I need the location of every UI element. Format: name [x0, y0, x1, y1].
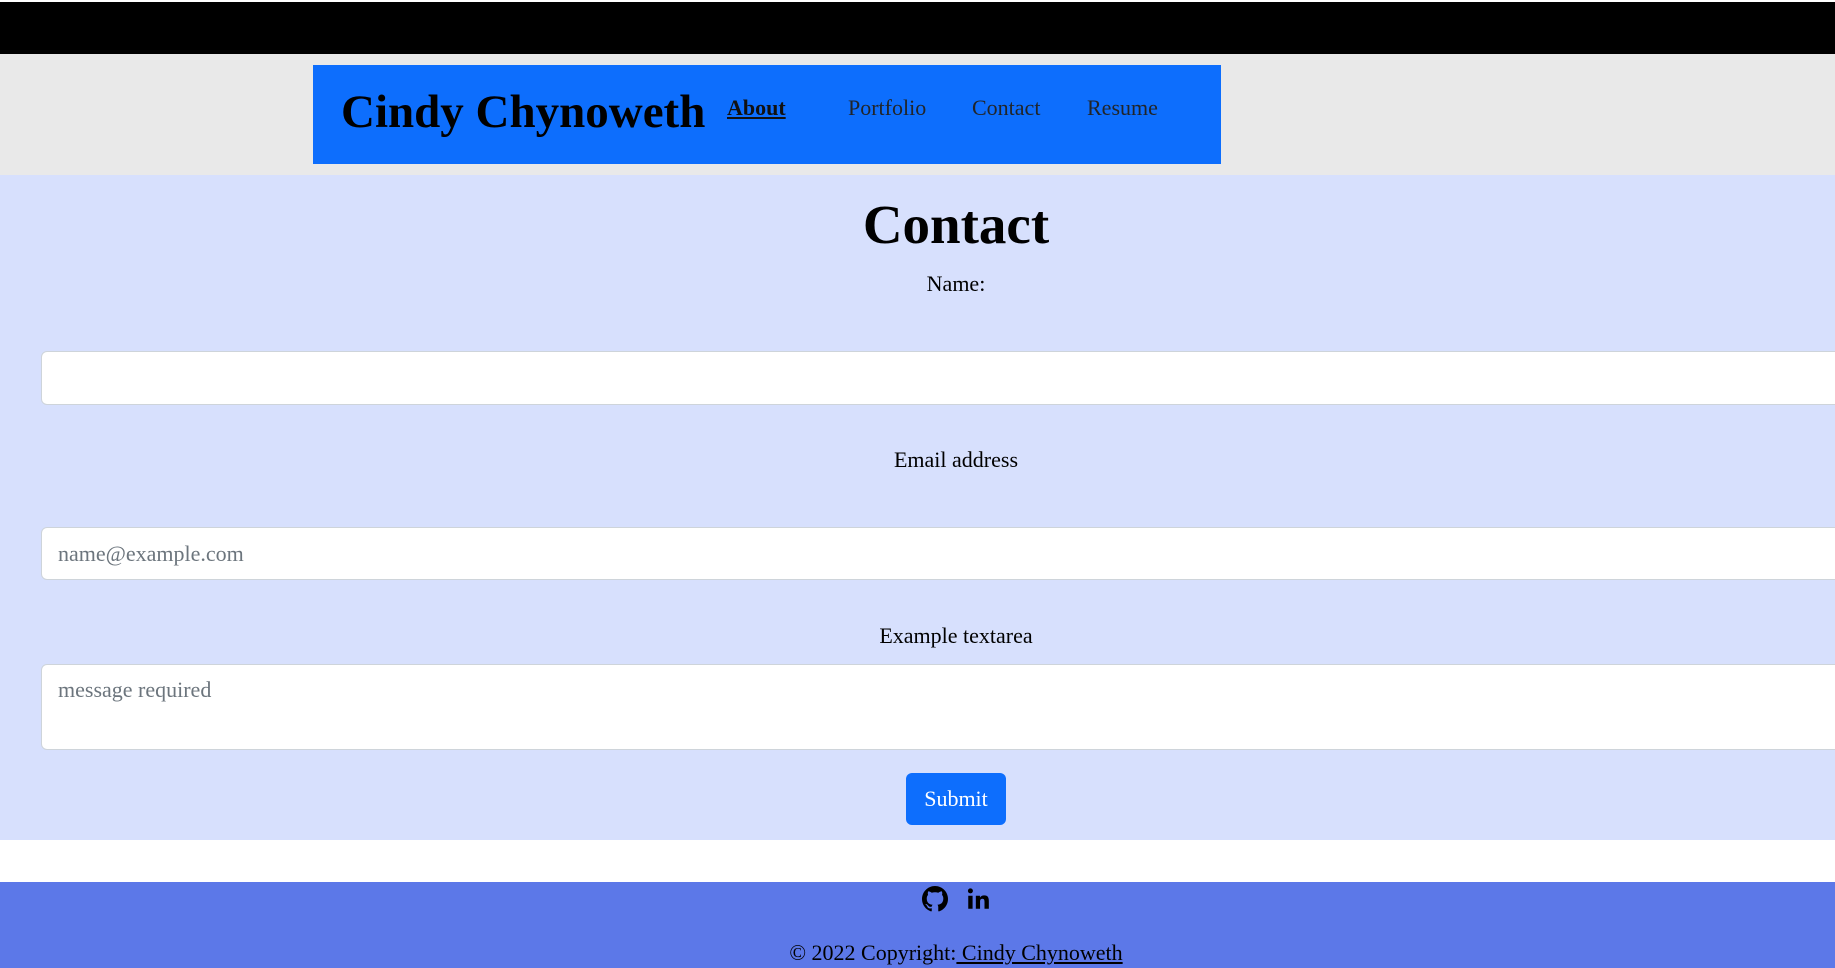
nav-link-portfolio[interactable]: Portfolio — [848, 95, 926, 121]
email-input[interactable] — [41, 527, 1835, 580]
message-textarea[interactable] — [41, 664, 1835, 750]
copyright-text: © 2022 Copyright: — [789, 940, 957, 965]
nav-link-about[interactable]: About — [727, 95, 786, 121]
contact-section: Contact Name: Email address Example text… — [0, 175, 1835, 840]
copyright-link[interactable]: Cindy Chynoweth — [956, 940, 1123, 965]
email-label: Email address — [893, 447, 1019, 472]
message-label: Example textarea — [879, 623, 1033, 648]
name-input[interactable] — [41, 351, 1835, 405]
nav-link-resume[interactable]: Resume — [1087, 95, 1158, 121]
name-label: Name: — [926, 271, 986, 296]
github-icon[interactable] — [922, 886, 948, 912]
brand-name: Cindy Chynoweth — [341, 86, 706, 138]
top-black-bar — [0, 2, 1835, 54]
submit-button[interactable]: Submit — [906, 773, 1006, 825]
navbar: Cindy Chynoweth About Portfolio Contact … — [313, 65, 1221, 164]
page-title: Contact — [862, 194, 1050, 255]
linkedin-icon[interactable] — [965, 886, 991, 912]
nav-link-contact[interactable]: Contact — [972, 95, 1040, 121]
footer: © 2022 Copyright: Cindy Chynoweth — [0, 882, 1835, 968]
copyright: © 2022 Copyright: Cindy Chynoweth — [0, 940, 1835, 966]
